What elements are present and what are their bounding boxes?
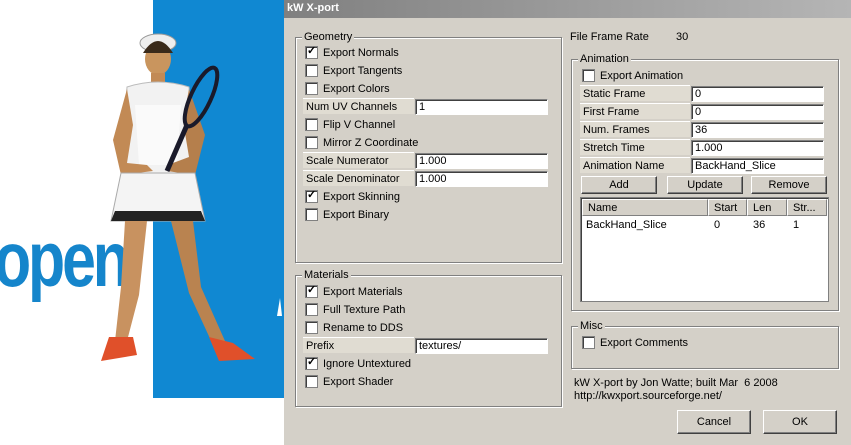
num-frames-field[interactable] xyxy=(691,122,824,138)
title-bar[interactable]: kW X-port xyxy=(284,0,851,18)
materials-group-title: Materials xyxy=(302,268,351,282)
checkbox-box[interactable] xyxy=(305,118,318,131)
checkbox-box[interactable]: ✓ xyxy=(305,45,318,59)
num-uv-channels-field[interactable] xyxy=(415,99,548,115)
file-frame-rate-label: File Frame Rate xyxy=(570,31,649,43)
animation-list[interactable]: Name Start Len Str... BackHand_Slice 0 3… xyxy=(580,197,829,302)
export-skinning-label: Export Skinning xyxy=(323,191,401,203)
checkbox-box[interactable]: ✓ xyxy=(305,284,318,298)
full-texture-path-label: Full Texture Path xyxy=(323,304,406,316)
prefix-label: Prefix xyxy=(303,337,414,353)
file-frame-rate-value: 30 xyxy=(676,31,689,43)
checkbox-box[interactable] xyxy=(582,69,595,82)
check-mark-icon: ✓ xyxy=(307,284,317,296)
check-mark-icon: ✓ xyxy=(307,189,317,201)
list-item-len: 36 xyxy=(753,219,766,231)
column-header-start[interactable]: Start xyxy=(708,199,747,216)
checkbox-box[interactable] xyxy=(305,82,318,95)
checkbox-box[interactable] xyxy=(305,321,318,334)
checkbox-box[interactable] xyxy=(305,303,318,316)
export-tangents-label: Export Tangents xyxy=(323,65,403,77)
check-mark-icon: ✓ xyxy=(307,356,317,368)
ok-button[interactable]: OK xyxy=(763,410,837,434)
first-frame-label: First Frame xyxy=(580,103,690,119)
misc-group-title: Misc xyxy=(578,319,605,333)
animation-name-label: Animation Name xyxy=(580,157,690,173)
credits-line: kW X-port by Jon Watte; built Mar 6 2008 xyxy=(574,377,778,389)
export-normals-label: Export Normals xyxy=(323,47,399,59)
scale-numerator-label: Scale Numerator xyxy=(303,152,414,168)
checkbox-box[interactable] xyxy=(305,208,318,221)
check-mark-icon: ✓ xyxy=(307,45,317,57)
animation-group-title: Animation xyxy=(578,52,631,66)
cancel-button[interactable]: Cancel xyxy=(677,410,751,434)
kwxport-dialog: kW X-port Geometry ✓ Export Normals Expo… xyxy=(284,0,851,445)
column-header-len[interactable]: Len xyxy=(747,199,787,216)
export-materials-label: Export Materials xyxy=(323,286,403,298)
list-item-stretch: 1 xyxy=(793,219,800,231)
remove-button[interactable]: Remove xyxy=(751,176,827,194)
project-url: http://kwxport.sourceforge.net/ xyxy=(574,390,722,402)
export-binary-label: Export Binary xyxy=(323,209,390,221)
checkbox-box[interactable] xyxy=(305,375,318,388)
window-title: kW X-port xyxy=(287,2,339,14)
update-button[interactable]: Update xyxy=(667,176,743,194)
stretch-time-field[interactable] xyxy=(691,140,824,156)
export-colors-label: Export Colors xyxy=(323,83,390,95)
first-frame-field[interactable] xyxy=(691,104,824,120)
scale-numerator-field[interactable] xyxy=(415,153,548,169)
prefix-field[interactable] xyxy=(415,338,548,354)
checkbox-box[interactable]: ✓ xyxy=(305,189,318,203)
num-frames-label: Num. Frames xyxy=(580,121,690,137)
stretch-time-label: Stretch Time xyxy=(580,139,690,155)
rename-to-dds-label: Rename to DDS xyxy=(323,322,404,334)
checkbox-box[interactable] xyxy=(305,64,318,77)
checkbox-box[interactable] xyxy=(305,136,318,149)
export-shader-label: Export Shader xyxy=(323,376,394,388)
add-button[interactable]: Add xyxy=(581,176,657,194)
list-item-start: 0 xyxy=(714,219,721,231)
column-header-stretch[interactable]: Str... xyxy=(787,199,827,216)
num-uv-channels-label: Num UV Channels xyxy=(303,98,414,114)
animation-name-field[interactable] xyxy=(691,158,824,174)
scale-denominator-field[interactable] xyxy=(415,171,548,187)
flip-v-channel-label: Flip V Channel xyxy=(323,119,396,131)
column-header-name[interactable]: Name xyxy=(582,199,708,216)
checkbox-box[interactable]: ✓ xyxy=(305,356,318,370)
mirror-z-label: Mirror Z Coordinate xyxy=(323,137,419,149)
export-comments-label: Export Comments xyxy=(600,337,689,349)
export-animation-label: Export Animation xyxy=(600,70,684,82)
checkbox-box[interactable] xyxy=(582,336,595,349)
ignore-untextured-label: Ignore Untextured xyxy=(323,358,412,370)
static-frame-label: Static Frame xyxy=(580,85,690,101)
geometry-group-title: Geometry xyxy=(302,30,355,44)
static-frame-field[interactable] xyxy=(691,86,824,102)
tennis-player-image xyxy=(101,33,255,361)
list-item-name[interactable]: BackHand_Slice xyxy=(586,218,667,232)
scale-denominator-label: Scale Denominator xyxy=(303,170,414,186)
